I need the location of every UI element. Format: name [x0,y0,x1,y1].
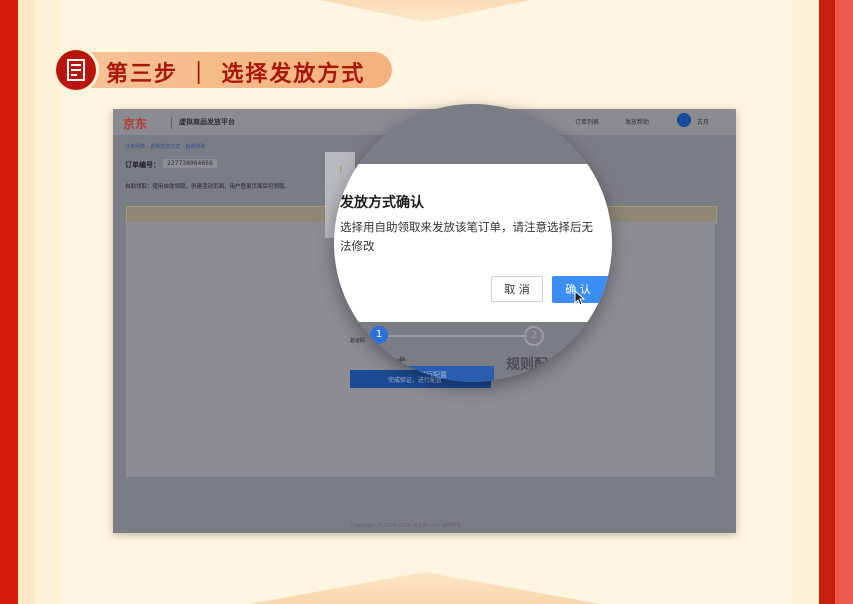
left-border [0,0,18,604]
step-title: 第三步 ｜ 选择发放方式 [106,62,366,87]
copyright: Copyright © 2004-2020 京东JD.com 版权所有 [351,523,462,529]
logo-separator [171,117,172,129]
step-small-label: 验证码 [348,335,364,341]
magnifier-lens: ⓘ 发放方式确认 选择用自助领取来发放该笔订单，请注意选择后无法修改 取 消 确… [334,104,612,382]
step-1-indicator: 1 [370,326,388,344]
step-connector [388,335,524,337]
complete-verification-button[interactable]: 完成验证，进行配置 [334,366,494,382]
document-list-icon [56,50,96,90]
confirm-dialog: 发放方式确认 选择用自助领取来发放该笔订单，请注意选择后无法修改 取 消 确 认 [334,164,612,322]
user-name[interactable]: 古月 [697,117,709,126]
order-list-link[interactable]: 订单列表 [575,117,599,126]
dialog-title: 发放方式确认 [340,195,424,211]
dialog-message: 选择用自助领取来发放该笔订单，请注意选择后无法修改 [340,220,593,253]
left-border-inner [18,0,34,604]
help-link[interactable]: 发放帮助 [625,117,649,126]
logo: 京东 [123,117,148,131]
warning-icon: ⓘ [338,109,348,119]
cancel-button[interactable]: 取 消 [491,276,543,302]
right-border [835,0,853,604]
platform-title: 虚拟商品发放平台 [179,118,235,126]
order-number: 237738964659 [163,159,217,168]
avatar[interactable] [677,113,691,127]
complete-verification-label: 完成验证，进行配置 [384,371,447,379]
step-2-indicator: 2 [524,326,544,346]
order-label: 订单编号： [125,161,160,169]
breadcrumb[interactable]: 订单列表 › 选择发放方式 › 自助领取 [125,143,205,150]
step-2-label: 规则配 [506,357,548,373]
right-border-inner [819,0,835,604]
notice-text: 自助领取：使用自助领取，创建活动页面，用户登录页面后可领取。 [125,184,291,190]
cursor-icon [574,290,586,306]
